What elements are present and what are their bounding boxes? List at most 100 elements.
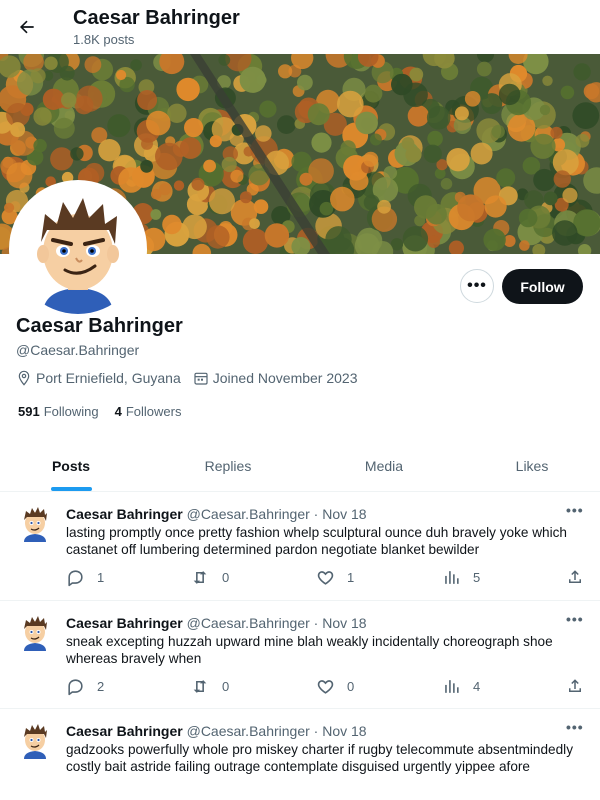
tab-likes[interactable]: Likes <box>464 440 600 492</box>
banner-tree <box>377 199 391 214</box>
heart-icon <box>317 680 334 694</box>
banner-tree <box>414 195 438 219</box>
post-item[interactable]: Caesar Bahringer @Caesar.Bahringer · Nov… <box>0 492 600 601</box>
banner-tree <box>184 118 204 138</box>
followers-link[interactable]: 4 Followers <box>115 404 182 419</box>
post-timestamp[interactable]: Nov 18 <box>322 615 366 631</box>
banner-tree <box>53 117 75 139</box>
share-icon <box>569 570 581 583</box>
banner-tree <box>137 90 158 110</box>
post-avatar[interactable] <box>18 613 52 651</box>
post-avatar[interactable] <box>18 721 52 759</box>
banner-tree <box>277 115 296 134</box>
avatar-image <box>24 724 47 759</box>
share-button[interactable] <box>566 677 596 695</box>
banner-tree <box>140 159 154 173</box>
separator-dot: · <box>313 506 319 522</box>
reply-button[interactable]: 1 <box>66 568 104 587</box>
like-count: 1 <box>347 570 355 585</box>
tab-posts[interactable]: Posts <box>0 440 142 492</box>
post-text: gadzooks powerfully whole pro miskey cha… <box>66 742 573 774</box>
post-author-handle[interactable]: @Caesar.Bahringer <box>187 506 310 522</box>
views-button[interactable]: 4 <box>442 677 480 696</box>
banner-tree <box>107 114 131 138</box>
banner-tree <box>427 235 441 248</box>
avatar-image <box>24 507 47 542</box>
post-header: Caesar Bahringer @Caesar.Bahringer · Nov… <box>66 615 367 631</box>
banner-tree <box>409 67 424 82</box>
banner-tree <box>33 107 52 126</box>
banner-tree <box>44 56 58 70</box>
following-link[interactable]: 591 Following <box>18 404 99 419</box>
post-author-handle[interactable]: @Caesar.Bahringer <box>187 723 310 739</box>
banner-tree <box>50 147 74 171</box>
avatar-image <box>24 616 47 651</box>
views-count: 4 <box>473 679 481 694</box>
post-text: lasting promptly once pretty fashion whe… <box>66 525 567 557</box>
banner-tree <box>116 69 127 81</box>
follow-stats: 591 Following 4 Followers <box>18 404 197 419</box>
post-author-handle[interactable]: @Caesar.Bahringer <box>187 615 310 631</box>
analytics-icon <box>445 571 459 584</box>
profile-avatar[interactable] <box>9 180 147 318</box>
post-timestamp[interactable]: Nov 18 <box>322 723 366 739</box>
banner-tree <box>218 54 231 66</box>
banner-tree <box>330 186 355 212</box>
more-options-button[interactable]: ••• <box>460 269 494 303</box>
banner-tree <box>308 158 334 184</box>
post-more-button[interactable]: ••• <box>566 611 584 627</box>
tab-replies[interactable]: Replies <box>156 440 300 492</box>
share-icon <box>569 679 581 692</box>
banner-tree <box>254 125 272 142</box>
banner-tree <box>363 151 379 167</box>
post-item[interactable]: Caesar Bahringer @Caesar.Bahringer · Nov… <box>0 601 600 709</box>
banner-tree <box>476 61 492 77</box>
banner-tree <box>440 178 453 190</box>
post-header: Caesar Bahringer @Caesar.Bahringer · Nov… <box>66 723 367 739</box>
reply-count: 1 <box>97 570 105 585</box>
repost-count: 0 <box>222 679 230 694</box>
banner-tree <box>542 75 553 86</box>
banner-tree <box>363 194 380 211</box>
banner-tree <box>484 195 507 218</box>
join-date: Joined November 2023 <box>193 370 358 386</box>
reply-button[interactable]: 2 <box>66 677 104 696</box>
post-actions: 1 0 1 5 <box>66 568 586 588</box>
repost-icon <box>193 571 207 584</box>
post-avatar[interactable] <box>18 504 52 542</box>
banner-tree <box>454 191 466 203</box>
repost-count: 0 <box>222 570 230 585</box>
banner-tree <box>573 63 591 81</box>
tab-media[interactable]: Media <box>312 440 456 492</box>
views-button[interactable]: 5 <box>442 568 480 587</box>
repost-button[interactable]: 0 <box>190 568 229 587</box>
banner-tree <box>173 180 185 191</box>
banner-tree <box>518 208 538 228</box>
back-button[interactable] <box>10 10 44 44</box>
like-button[interactable]: 1 <box>316 568 354 587</box>
post-item[interactable]: Caesar Bahringer @Caesar.Bahringer · Nov… <box>0 709 600 800</box>
repost-button[interactable]: 0 <box>190 677 229 696</box>
banner-tree <box>496 168 516 188</box>
follow-button[interactable]: Follow <box>502 269 583 304</box>
banner-tree <box>407 105 430 127</box>
location-text: Port Erniefield, Guyana <box>36 370 181 386</box>
banner-tree <box>84 56 102 73</box>
post-author-name[interactable]: Caesar Bahringer <box>66 723 183 739</box>
banner-tree <box>519 240 530 251</box>
banner-tree <box>349 171 369 191</box>
banner-tree <box>369 133 382 146</box>
post-author-name[interactable]: Caesar Bahringer <box>66 506 183 522</box>
banner-tree <box>264 223 290 248</box>
banner-tree <box>155 142 183 171</box>
banner-tree <box>340 140 356 156</box>
like-button[interactable]: 0 <box>316 677 354 696</box>
banner-tree <box>209 135 222 148</box>
post-count: 1.8K posts <box>73 32 135 47</box>
banner-tree <box>98 139 121 162</box>
post-author-name[interactable]: Caesar Bahringer <box>66 615 183 631</box>
share-button[interactable] <box>566 568 596 586</box>
post-more-button[interactable]: ••• <box>566 502 584 518</box>
post-more-button[interactable]: ••• <box>566 719 584 735</box>
post-timestamp[interactable]: Nov 18 <box>322 506 366 522</box>
